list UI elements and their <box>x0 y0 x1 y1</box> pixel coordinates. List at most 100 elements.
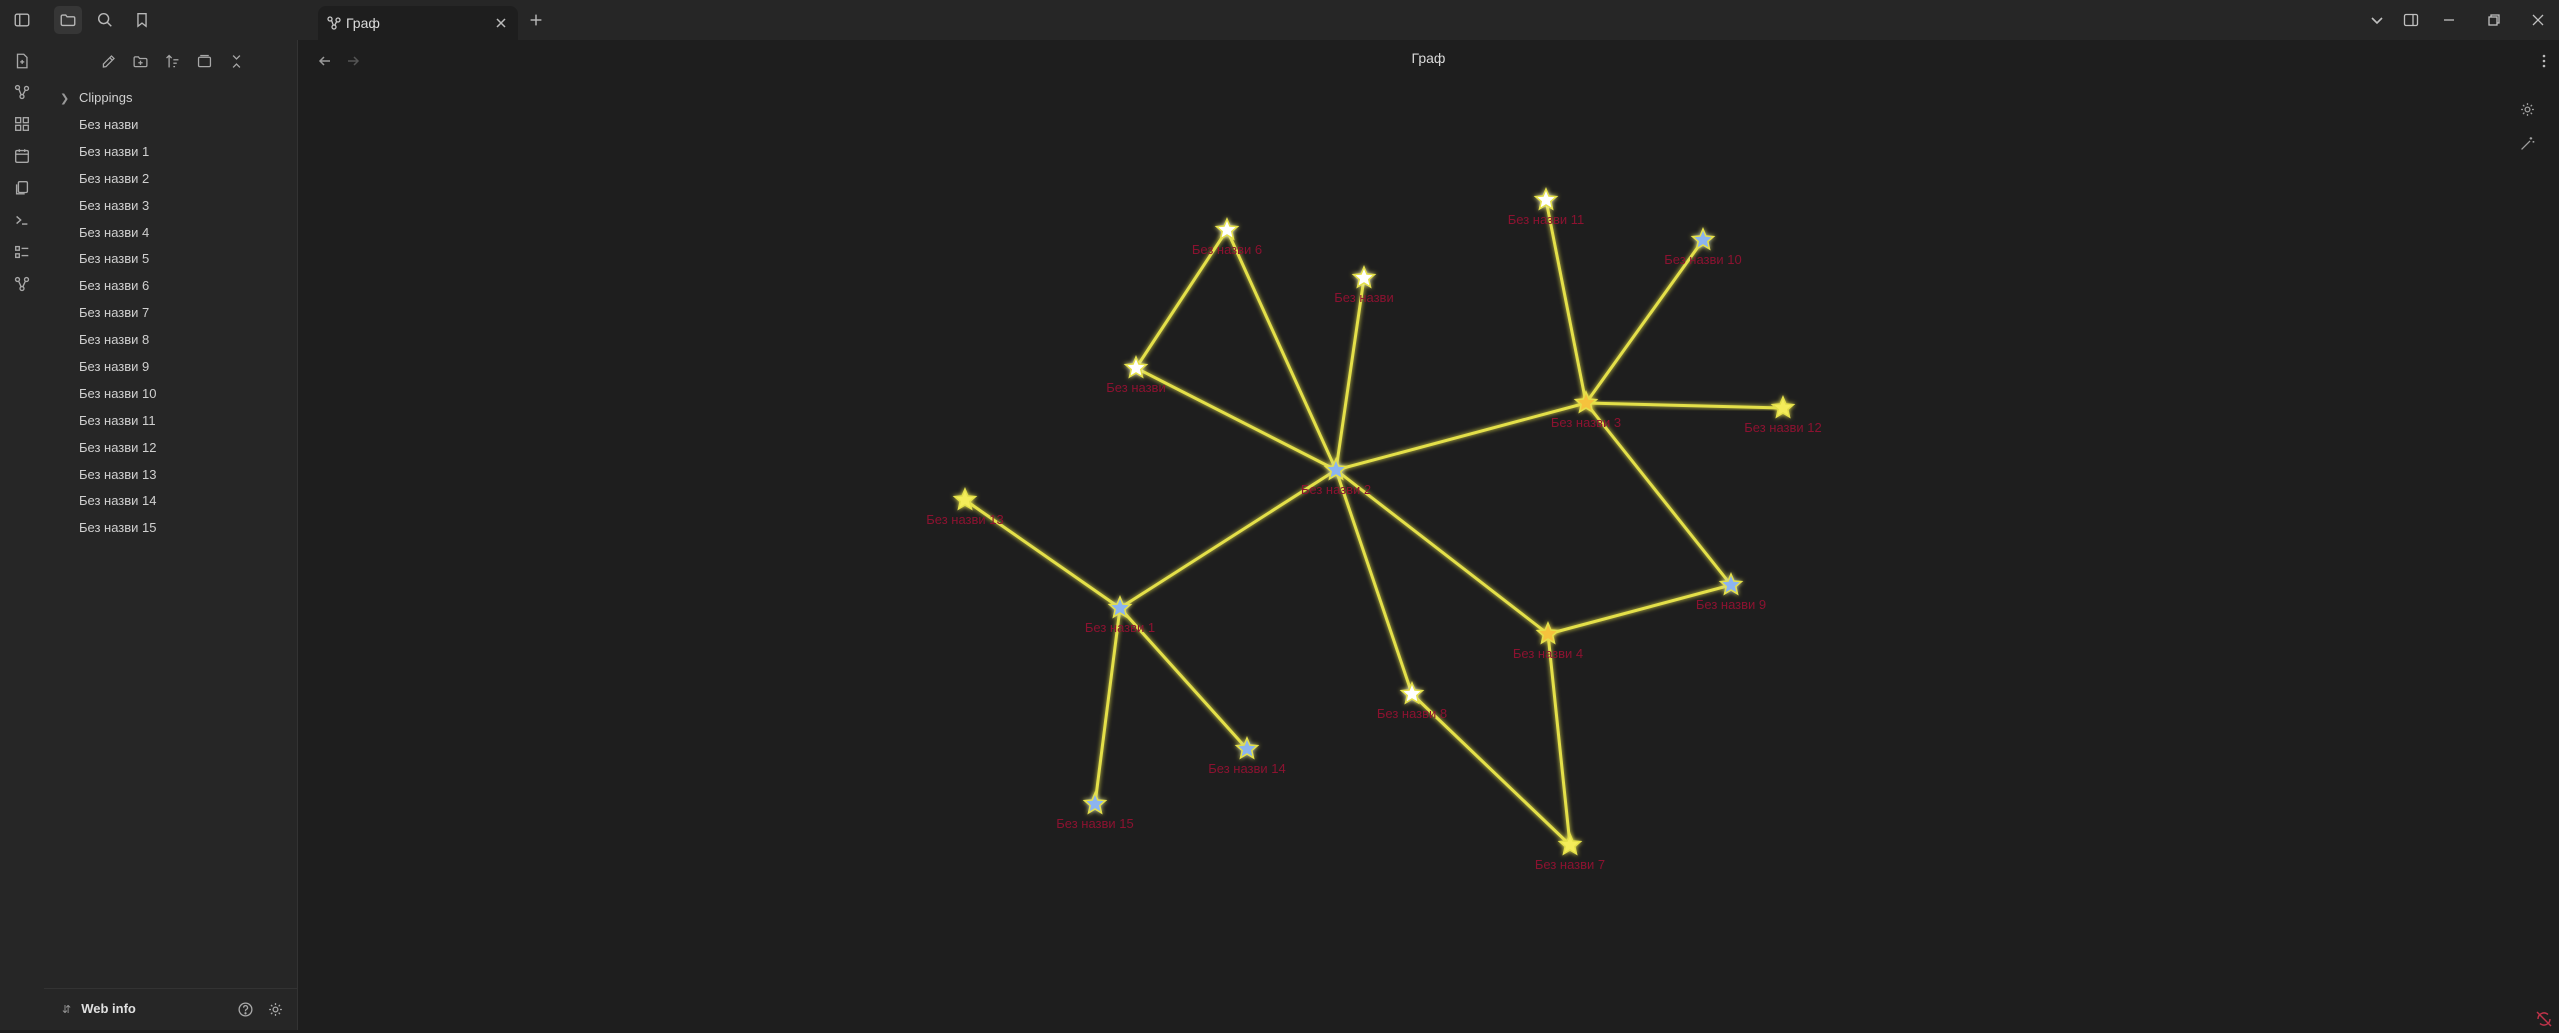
file-explorer-icon[interactable] <box>54 6 82 34</box>
folder-clippings[interactable]: ❯ Clippings <box>60 86 280 110</box>
file-item[interactable]: Без назви 10 <box>79 382 289 406</box>
graph-node-label: Без назви <box>1106 380 1165 395</box>
canvas-icon[interactable] <box>11 113 33 135</box>
graph-node-label: Без назви 8 <box>1377 706 1447 721</box>
graph-node[interactable]: Без назви 7 <box>1535 832 1605 872</box>
file-item[interactable]: Без назви 6 <box>79 274 289 298</box>
file-item[interactable]: Без назви 9 <box>79 355 289 379</box>
graph-canvas[interactable]: Без назви 2 Без назви 6 Без назви Без назви… <box>298 40 2559 1030</box>
vault-switcher[interactable]: ⇵ Web info <box>62 1001 182 1021</box>
star-node-icon[interactable] <box>1214 217 1240 241</box>
file-item[interactable]: Без назви 13 <box>79 463 289 487</box>
graph-edge <box>1584 402 1733 586</box>
graph-view-icon[interactable] <box>11 81 33 103</box>
settings-gear-icon[interactable] <box>265 999 285 1019</box>
file-item[interactable]: Без назви 11 <box>79 409 289 433</box>
file-item[interactable]: Без назви 4 <box>79 221 289 245</box>
graph-node-label: Без назви 14 <box>1208 761 1286 776</box>
star-node-icon[interactable] <box>1082 791 1108 815</box>
graph-edge <box>1093 607 1122 805</box>
graph-node-label: Без назви 13 <box>926 512 1004 527</box>
file-item[interactable]: Без назви 3 <box>79 194 289 218</box>
graph-node[interactable]: Без назви 14 <box>1208 736 1286 776</box>
title-bar: Граф <box>0 0 2559 40</box>
graph-view: Без назви 2 Без назви 6 Без назви Без назви… <box>298 40 2559 1030</box>
file-item[interactable]: Без назви <box>79 113 289 137</box>
sync-off-icon[interactable] <box>2535 1010 2553 1028</box>
file-item[interactable]: Без назви 7 <box>79 301 289 325</box>
graph-edge <box>1135 366 1337 472</box>
collapse-all-icon[interactable] <box>225 50 247 72</box>
search-icon[interactable] <box>91 6 119 34</box>
graph-node-label: Без назви 3 <box>1551 415 1621 430</box>
graph-node[interactable]: Без назви 13 <box>926 487 1004 527</box>
graph-node[interactable]: Без назви 6 <box>1192 217 1262 257</box>
graph-node-label: Без назви 1 <box>1085 620 1155 635</box>
new-tab-icon[interactable] <box>522 6 550 34</box>
toggle-right-sidebar-icon[interactable] <box>2399 8 2423 32</box>
graph-node[interactable]: Без назви 12 <box>1744 395 1822 435</box>
graph-edge <box>1335 401 1587 472</box>
help-icon[interactable] <box>235 999 255 1019</box>
sort-icon[interactable] <box>161 50 183 72</box>
file-item[interactable]: Без назви 2 <box>79 167 289 191</box>
animate-wand-icon[interactable] <box>2516 132 2538 154</box>
graph-node-label: Без назви 15 <box>1056 816 1134 831</box>
file-item[interactable]: Без назви 15 <box>79 516 289 540</box>
file-explorer-sidebar: ❯ Clippings Без назви Без назви 1 Без наз… <box>44 40 298 1030</box>
star-node-icon[interactable] <box>1770 395 1796 419</box>
graph-node-label: Без назви 6 <box>1192 242 1262 257</box>
star-node-icon[interactable] <box>1690 227 1716 251</box>
new-note-icon[interactable] <box>11 50 33 72</box>
view-title: Граф <box>1411 50 1446 66</box>
local-graph-icon[interactable] <box>11 273 33 295</box>
graph-edge <box>1585 401 1784 410</box>
graph-settings-gear-icon[interactable] <box>2516 98 2538 120</box>
graph-node-label: Без назви 9 <box>1696 597 1766 612</box>
tab-graph[interactable]: Граф <box>318 6 518 40</box>
more-options-icon[interactable] <box>2533 50 2555 72</box>
chevron-up-down-icon: ⇵ <box>62 1004 72 1016</box>
star-node-icon[interactable] <box>1123 355 1149 379</box>
graph-icon <box>326 15 342 31</box>
command-palette-icon[interactable] <box>11 241 33 263</box>
graph-edge <box>1334 277 1366 471</box>
templates-icon[interactable] <box>11 177 33 199</box>
graph-node[interactable]: Без назви 15 <box>1056 791 1134 831</box>
chevron-right-icon: ❯ <box>60 93 70 105</box>
terminal-icon[interactable] <box>11 209 33 231</box>
graph-edge <box>1225 229 1338 471</box>
graph-node[interactable]: Без назви <box>1106 355 1166 395</box>
file-item[interactable]: Без назви 12 <box>79 436 289 460</box>
graph-edge <box>1544 199 1588 404</box>
bookmark-icon[interactable] <box>128 6 156 34</box>
graph-node-label: Без назви <box>1334 290 1393 305</box>
graph-node-label: Без назви 4 <box>1513 646 1583 661</box>
graph-node[interactable]: Без назви 8 <box>1377 681 1447 721</box>
ribbon <box>0 40 45 1030</box>
file-item[interactable]: Без назви 14 <box>79 489 289 513</box>
new-folder-icon[interactable] <box>129 50 151 72</box>
graph-node[interactable]: Без назви 10 <box>1664 227 1742 267</box>
graph-node-label: Без назви 2 <box>1301 482 1371 497</box>
minimize-icon[interactable] <box>2437 8 2461 32</box>
calendar-icon[interactable] <box>11 145 33 167</box>
auto-reveal-icon[interactable] <box>193 50 215 72</box>
graph-node-label: Без назви 10 <box>1664 252 1742 267</box>
graph-node-label: Без назви 7 <box>1535 857 1605 872</box>
close-icon[interactable] <box>492 14 510 32</box>
graph-edge <box>1546 633 1572 846</box>
tab-list-chevron-down-icon[interactable] <box>2365 8 2389 32</box>
file-item[interactable]: Без назви 8 <box>79 328 289 352</box>
graph-node[interactable]: Без назви 11 <box>1508 187 1585 227</box>
vault-name: Web info <box>81 1001 136 1016</box>
restore-icon[interactable] <box>2482 8 2506 32</box>
folder-label: Clippings <box>79 90 133 105</box>
graph-node-label: Без назви 11 <box>1508 212 1585 227</box>
file-item[interactable]: Без назви 5 <box>79 247 289 271</box>
file-item[interactable]: Без назви 1 <box>79 140 289 164</box>
sidebar-footer: ⇵ Web info <box>44 988 297 1031</box>
close-window-icon[interactable] <box>2526 8 2550 32</box>
new-note-icon[interactable] <box>97 50 119 72</box>
toggle-sidebar-icon[interactable] <box>8 6 36 34</box>
